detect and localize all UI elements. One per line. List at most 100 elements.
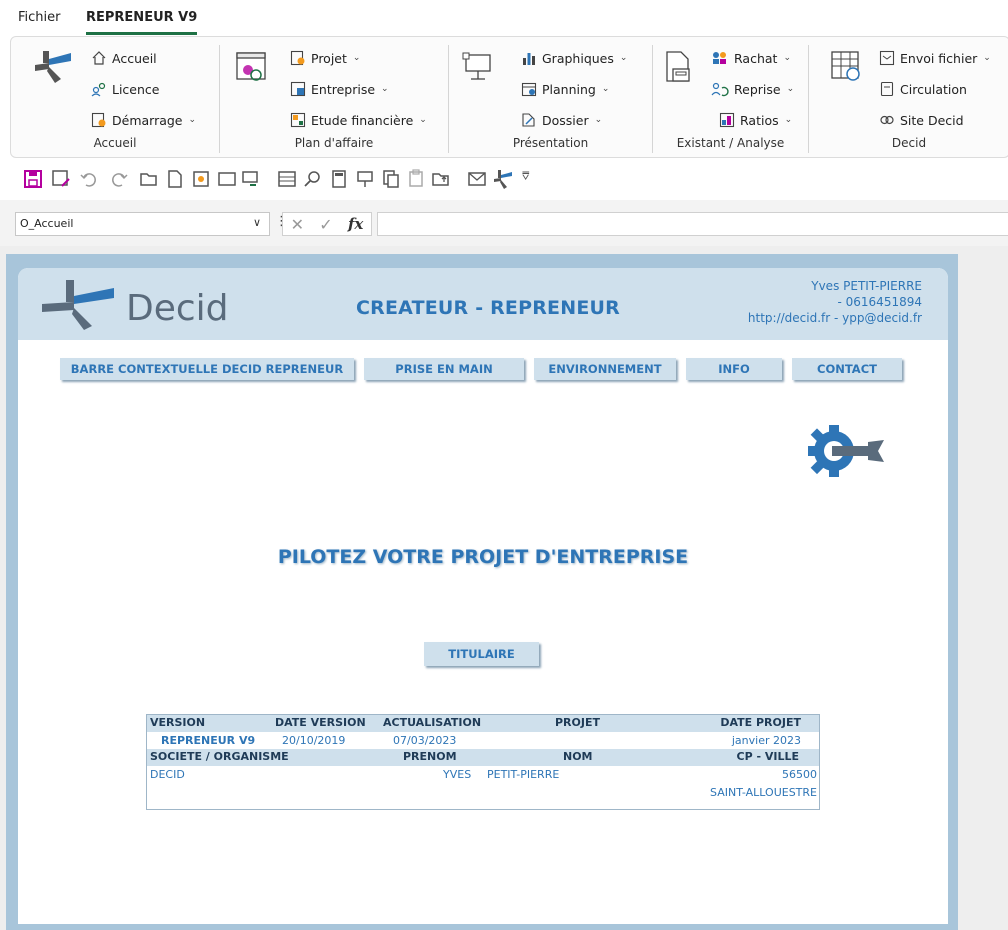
licence-button[interactable]: Licence	[91, 81, 160, 97]
chevron-down-icon: ⌄	[783, 53, 791, 63]
value-ville[interactable]: SAINT-ALLOUESTRE	[710, 786, 817, 799]
tab-repreneur[interactable]: REPRENEUR V9	[86, 10, 198, 35]
table-header-row: SOCIETE / ORGANISME PRENOM NOM CP - VILL…	[147, 749, 819, 766]
group-name-existant: Existant / Analyse	[676, 136, 785, 150]
decid-logo-icon[interactable]	[33, 49, 75, 85]
envoi-fichier-button[interactable]: Envoi fichier ⌄	[879, 50, 991, 66]
barre-contextuelle-button[interactable]: BARRE CONTEXTUELLE DECID REPRENEUR	[60, 358, 354, 380]
group-name-presentation: Présentation	[512, 136, 589, 150]
function-icon[interactable]: fx	[348, 215, 363, 233]
graphiques-button[interactable]: Graphiques ⌄	[521, 50, 627, 66]
etude-financiere-button[interactable]: Etude financière ⌄	[290, 112, 427, 128]
cancel-icon[interactable]: ✕	[291, 215, 304, 234]
paste-icon[interactable]	[406, 168, 428, 190]
contact-button[interactable]: CONTACT	[792, 358, 902, 380]
search-icon[interactable]	[302, 168, 324, 190]
table-link-icon[interactable]	[829, 49, 865, 85]
header-societe: SOCIETE / ORGANISME	[150, 750, 289, 763]
undo-icon[interactable]	[78, 168, 100, 190]
document-icon[interactable]	[663, 49, 697, 85]
redo-icon[interactable]	[108, 168, 130, 190]
chevron-down-icon: ⌄	[381, 84, 389, 94]
value-date-projet[interactable]: janvier 2023	[732, 734, 801, 747]
tab-fichier[interactable]: Fichier	[18, 10, 61, 25]
home-card: Decid CREATEUR - REPRENEUR Yves PETIT-PI…	[18, 268, 948, 924]
accueil-button[interactable]: Accueil	[91, 50, 157, 66]
demarrage-button[interactable]: Démarrage ⌄	[91, 112, 196, 128]
project-icon	[290, 50, 305, 66]
new-file-icon[interactable]	[164, 168, 186, 190]
chevron-down-icon: ⌄	[784, 115, 793, 125]
open-folder-icon[interactable]	[138, 168, 160, 190]
value-date-version[interactable]: 20/10/2019	[282, 734, 345, 747]
settings-gear-wrench-icon[interactable]	[806, 422, 886, 480]
name-box[interactable]: O_Accueil ∨	[15, 212, 270, 236]
environnement-button[interactable]: ENVIRONNEMENT	[534, 358, 676, 380]
reprise-label: Reprise	[734, 81, 781, 97]
export-icon[interactable]	[430, 168, 452, 190]
group-existant: Rachat ⌄ Reprise ⌄ Ratios ⌄ Existant / Anal…	[653, 37, 808, 157]
chevron-down-icon[interactable]: ∨	[253, 216, 261, 229]
ribbon-tabs: Fichier REPRENEUR V9	[0, 0, 1008, 36]
quick-access-toolbar: ⩢	[0, 160, 1008, 200]
copy-icon[interactable]	[380, 168, 402, 190]
save-icon[interactable]	[22, 168, 44, 190]
page-header: Decid CREATEUR - REPRENEUR Yves PETIT-PI…	[18, 268, 948, 340]
confirm-icon[interactable]: ✓	[319, 215, 332, 234]
business-plan-icon[interactable]	[234, 49, 270, 85]
contact-info: Yves PETIT-PIERRE - 0616451894 http://de…	[748, 278, 922, 326]
group-name-decid: Decid	[891, 136, 927, 150]
entreprise-label: Entreprise	[311, 81, 376, 97]
dossier-button[interactable]: Dossier ⌄	[521, 112, 602, 128]
ratios-button[interactable]: Ratios ⌄	[719, 112, 792, 128]
value-societe[interactable]: DECID	[150, 768, 185, 781]
value-version[interactable]: REPRENEUR V9	[161, 734, 255, 747]
group-presentation: Graphiques ⌄ Planning ⌄ Dossier ⌄ Présentat…	[449, 37, 652, 157]
info-button[interactable]: INFO	[686, 358, 782, 380]
star-file-icon[interactable]	[190, 168, 212, 190]
planning-button[interactable]: Planning ⌄	[521, 81, 609, 97]
chevron-down-icon: ⌄	[188, 115, 197, 125]
sheet-frame: Decid CREATEUR - REPRENEUR Yves PETIT-PI…	[6, 254, 958, 930]
titulaire-button[interactable]: TITULAIRE	[424, 642, 539, 666]
header-prenom: PRENOM	[403, 750, 457, 763]
formula-input[interactable]	[377, 212, 1008, 236]
presentation-icon[interactable]	[461, 49, 497, 85]
calendar-icon	[521, 82, 537, 97]
value-actualisation[interactable]: 07/03/2023	[393, 734, 456, 747]
ribbon: Accueil Licence Démarrage ⌄ Accueil Proje…	[10, 36, 1008, 158]
display-icon[interactable]	[354, 168, 376, 190]
header-projet: PROJET	[555, 716, 600, 729]
decid-small-logo-icon[interactable]	[492, 168, 514, 190]
reprise-button[interactable]: Reprise ⌄	[711, 81, 794, 97]
chevron-down-icon: ⌄	[601, 84, 610, 94]
projet-button[interactable]: Projet ⌄	[290, 50, 360, 66]
site-decid-button[interactable]: Site Decid	[879, 112, 964, 128]
rectangle-icon[interactable]	[216, 168, 238, 190]
chevron-down-icon: ⌄	[352, 53, 361, 63]
value-nom[interactable]: PETIT-PIERRE	[487, 768, 559, 781]
name-box-value: O_Accueil	[20, 217, 74, 230]
folder-pin-icon	[522, 113, 535, 127]
prise-en-main-button[interactable]: PRISE EN MAIN	[364, 358, 524, 380]
group-decid: Envoi fichier ⌄ Circulation Site Decid De…	[809, 37, 1008, 157]
value-cp[interactable]: 56500	[782, 768, 817, 781]
header-date-version: DATE VERSION	[275, 716, 366, 729]
group-name-accueil: Accueil	[93, 136, 137, 150]
entreprise-button[interactable]: Entreprise ⌄	[290, 81, 389, 97]
contact-web[interactable]: http://decid.fr - ypp@decid.fr	[748, 310, 922, 326]
headline: PILOTEZ VOTRE PROJET D'ENTREPRISE	[277, 546, 689, 568]
save-as-icon[interactable]	[50, 168, 72, 190]
value-prenom[interactable]: YVES	[443, 768, 471, 781]
rachat-button[interactable]: Rachat ⌄	[711, 50, 791, 66]
header-date-projet: DATE PROJET	[720, 716, 801, 729]
screen-icon[interactable]	[240, 168, 262, 190]
envelope-icon[interactable]	[466, 168, 488, 190]
accueil-label: Accueil	[112, 50, 157, 66]
send-file-icon	[879, 50, 895, 66]
customize-toolbar-icon[interactable]: ⩢	[522, 169, 529, 184]
calculator-icon[interactable]	[328, 168, 350, 190]
circulation-button[interactable]: Circulation	[879, 81, 967, 97]
form-icon[interactable]	[276, 168, 298, 190]
formula-buttons: ✕ ✓ fx	[282, 212, 372, 236]
